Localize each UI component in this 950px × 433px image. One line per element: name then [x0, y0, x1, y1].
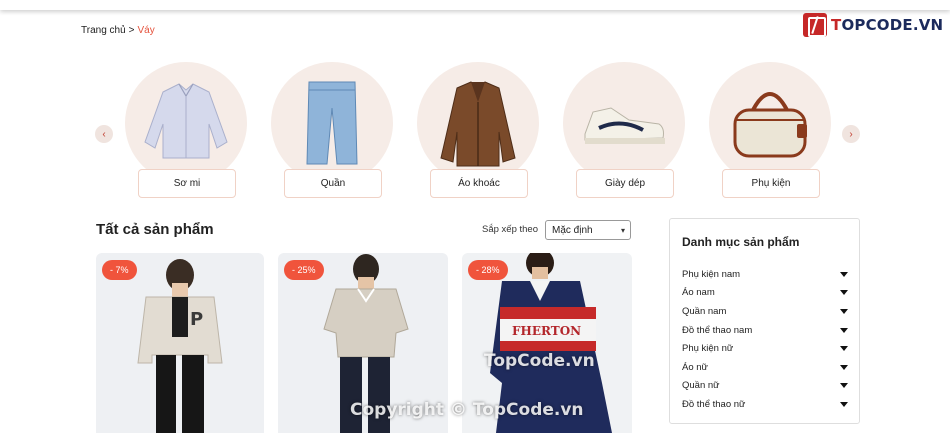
handbag-icon [733, 92, 807, 158]
logo-text: TOPCODE.VN [831, 16, 944, 34]
chevron-down-icon: ▾ [620, 226, 625, 235]
shirt-icon [144, 83, 228, 159]
sidebar-item-do-the-thao-nu[interactable]: Đồ thể thao nữ [682, 395, 848, 414]
breadcrumb: Trang chủ > Váy [81, 25, 155, 36]
watermark-copyright: Copyright © TopCode.vn [350, 400, 584, 420]
discount-badge: - 28% [468, 260, 508, 280]
sidebar-item-do-the-thao-nam[interactable]: Đồ thể thao nam [682, 321, 848, 340]
carousel-next-button[interactable]: › [842, 125, 860, 143]
topcode-logo[interactable]: TOPCODE.VN [803, 12, 943, 38]
category-label[interactable]: Sơ mi [138, 169, 236, 198]
sidebar-item-phu-kien-nu[interactable]: Phụ kiện nữ [682, 339, 848, 358]
category-label[interactable]: Phụ kiện [722, 169, 820, 198]
sneaker-icon [584, 107, 665, 144]
category-circle [709, 62, 831, 184]
category-label[interactable]: Giày dép [576, 169, 674, 198]
sidebar-item-phu-kien-nam[interactable]: Phụ kiện nam [682, 265, 848, 284]
category-circle [563, 62, 685, 184]
category-jacket[interactable]: Áo khoác [417, 62, 539, 198]
jacket-icon [440, 81, 516, 167]
sidebar-item-quan-nu[interactable]: Quần nữ [682, 377, 848, 396]
caret-down-icon[interactable] [840, 327, 848, 333]
sidebar-item-quan-nam[interactable]: Quần nam [682, 302, 848, 321]
category-circle [125, 62, 247, 184]
sort-label: Sắp xếp theo [482, 224, 538, 235]
logo-mark-icon [803, 13, 827, 37]
watermark-text: TopCode.vn [484, 351, 595, 371]
caret-down-icon[interactable] [840, 346, 848, 352]
category-shirt[interactable]: Sơ mi [125, 62, 247, 198]
caret-down-icon[interactable] [840, 271, 848, 277]
sidebar-list: Phụ kiện nam Áo nam Quần nam Đồ thể thao… [682, 265, 848, 414]
breadcrumb-home[interactable]: Trang chủ [81, 25, 126, 36]
caret-down-icon[interactable] [840, 383, 848, 389]
category-label[interactable]: Quần [284, 169, 382, 198]
sidebar-item-ao-nam[interactable]: Áo nam [682, 284, 848, 303]
section-title: Tất cả sản phẩm [96, 221, 214, 238]
product-card[interactable]: P - 7% [96, 253, 264, 433]
breadcrumb-separator: > [128, 25, 135, 36]
svg-text:FHERTON: FHERTON [512, 324, 581, 338]
caret-down-icon[interactable] [840, 308, 848, 314]
caret-down-icon[interactable] [840, 364, 848, 370]
top-nav-bar [0, 0, 950, 10]
svg-text:P: P [190, 309, 203, 330]
caret-down-icon[interactable] [840, 401, 848, 407]
caret-down-icon[interactable] [840, 290, 848, 296]
discount-badge: - 25% [284, 260, 324, 280]
category-handbag[interactable]: Phụ kiện [709, 62, 831, 198]
sort-select[interactable]: Mặc định ▾ [545, 220, 631, 240]
carousel-prev-button[interactable]: ‹ [95, 125, 113, 143]
category-label[interactable]: Áo khoác [430, 169, 528, 198]
sidebar-item-ao-nu[interactable]: Áo nữ [682, 358, 848, 377]
category-jeans[interactable]: Quần [271, 62, 393, 198]
category-sidebar: Danh mục sản phẩm Phụ kiện nam Áo nam Qu… [669, 218, 860, 424]
category-circle [417, 62, 539, 184]
sort-select-value: Mặc định [552, 224, 593, 236]
product-image: P [137, 259, 223, 433]
jeans-icon [306, 81, 358, 165]
breadcrumb-current: Váy [137, 25, 155, 36]
discount-badge: - 7% [102, 260, 137, 280]
category-sneaker[interactable]: Giày dép [563, 62, 685, 198]
category-circle [271, 62, 393, 184]
sidebar-title: Danh mục sản phẩm [682, 235, 800, 249]
